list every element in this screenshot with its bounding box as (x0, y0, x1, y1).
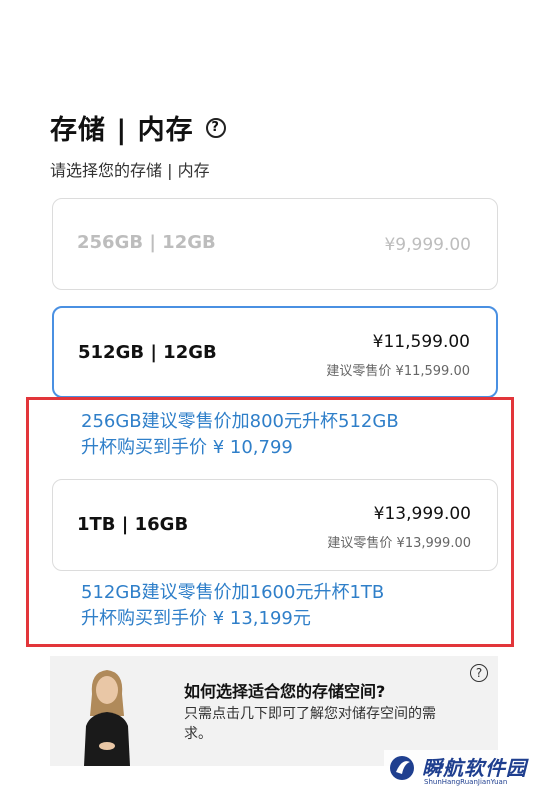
option-name: 512GB | 12GB (78, 342, 217, 363)
option-price: ¥9,999.00 (384, 235, 471, 255)
help-icon[interactable]: ? (205, 117, 226, 138)
guide-description: 只需点击几下即可了解您对储存空间的需求。 (184, 706, 436, 742)
watermark-name: 瞬航软件园 (422, 756, 527, 780)
watermark-icon (390, 756, 414, 780)
option-retail-price: 建议零售价 ¥11,599.00 (326, 364, 470, 379)
promo-line: 512GB建议零售价加1600元升杯1TB (81, 582, 385, 603)
presenter-image (84, 670, 130, 766)
watermark-logo: 瞬航软件园 ShunHangRuanJianYuan (384, 750, 544, 794)
storage-option-256gb[interactable]: 256GB | 12GB ¥9,999.00 (52, 198, 498, 290)
section-subtitle: 请选择您的存储 | 内存 (50, 161, 210, 180)
watermark-subtext: ShunHangRuanJianYuan (424, 778, 508, 786)
promo-line: 升杯购买到手价 ¥ 10,799 (81, 437, 293, 458)
option-name: 256GB | 12GB (77, 232, 216, 253)
storage-option-512gb[interactable]: 512GB | 12GB ¥11,599.00 建议零售价 ¥11,599.00 (52, 306, 498, 398)
section-title: 存储 | 内存 ? (50, 108, 226, 147)
help-icon[interactable]: ? (470, 664, 488, 682)
promo-upgrade-1tb: 512GB建议零售价加1600元升杯1TB 升杯购买到手价 ¥ 13,199元 (81, 580, 384, 632)
option-price: ¥11,599.00 (372, 332, 470, 352)
option-retail-price: 建议零售价 ¥13,999.00 (327, 536, 471, 551)
promo-upgrade-512: 256GB建议零售价加800元升杯512GB 升杯购买到手价 ¥ 10,799 (81, 409, 399, 461)
option-name: 1TB | 16GB (77, 514, 189, 535)
promo-line: 256GB建议零售价加800元升杯512GB (81, 411, 399, 432)
guide-title: 如何选择适合您的存储空间? (184, 682, 386, 701)
section-title-text: 存储 | 内存 (50, 115, 194, 146)
option-price: ¥13,999.00 (373, 504, 471, 524)
promo-line: 升杯购买到手价 ¥ 13,199元 (81, 608, 311, 629)
storage-option-1tb[interactable]: 1TB | 16GB ¥13,999.00 建议零售价 ¥13,999.00 (52, 479, 498, 571)
